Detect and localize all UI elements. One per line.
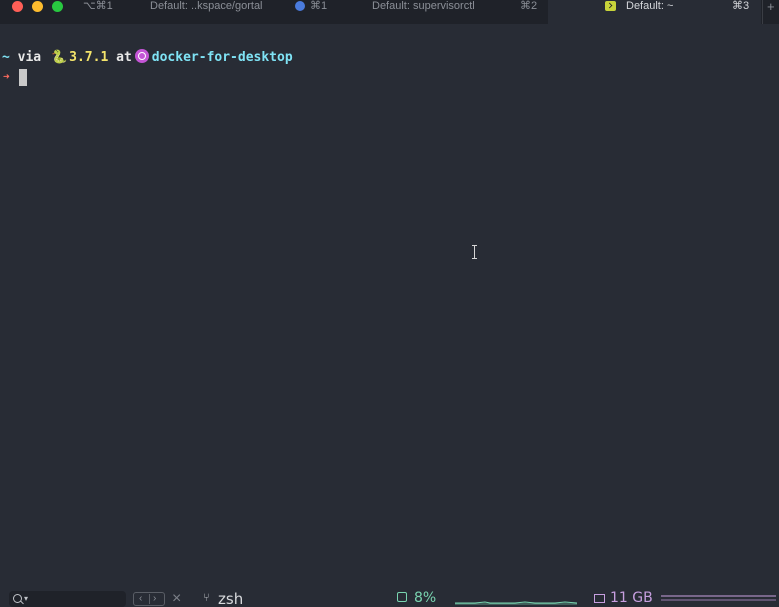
kubernetes-icon	[134, 49, 149, 63]
memory-usage: 11 GB	[610, 590, 653, 606]
terminal-prompt-icon	[605, 1, 616, 11]
mouse-ibeam-icon	[471, 245, 479, 259]
tab-shortcut: ⌘3	[732, 0, 750, 12]
terminal-pane[interactable]: ~ via 🐍 3.7.1 at docker-for-desktop ➜	[0, 24, 779, 589]
cpu-percent: 8%	[414, 590, 437, 606]
memory-usage-graph	[661, 595, 776, 601]
search-icon	[13, 594, 22, 603]
text-cursor	[19, 69, 27, 86]
prompt-at: at	[116, 50, 132, 65]
tab-shortcut: ⌘1	[310, 0, 328, 12]
current-process: zsh	[218, 590, 244, 607]
cpu-usage-graph	[455, 601, 577, 605]
kube-context: docker-for-desktop	[151, 50, 293, 65]
tab-supervisorctl[interactable]: ⌘1 Default: supervisorctl ⌘2	[290, 0, 549, 24]
prompt-via: via	[17, 50, 42, 65]
job-icon: ⑂	[203, 592, 210, 604]
new-tab-button[interactable]: +	[762, 0, 779, 24]
terminal-window: ⌥⌘1 Default: ..kspace/gortal ⌘1 Default:…	[0, 0, 779, 607]
prompt-dir: ~	[2, 50, 10, 65]
activity-dot-icon	[295, 1, 305, 11]
previous-result-button[interactable]: ‹	[139, 593, 142, 605]
search-nav-group: ‹ ›	[133, 592, 165, 606]
tab-title: Default: supervisorctl	[372, 0, 475, 12]
prompt-line: ~ via 🐍 3.7.1 at docker-for-desktop	[2, 49, 293, 65]
tab-gortal[interactable]: ⌥⌘1 Default: ..kspace/gortal	[0, 0, 290, 24]
status-bar: ▾ ‹ › × ⑂ zsh 8% 11 GB	[0, 589, 779, 607]
memory-icon	[594, 594, 605, 603]
tab-title: Default: ..kspace/gortal	[150, 0, 263, 12]
search-input[interactable]: ▾	[9, 591, 126, 607]
tab-title: Default: ~	[626, 0, 674, 12]
next-result-button[interactable]: ›	[153, 593, 156, 605]
python-icon: 🐍	[50, 50, 68, 65]
chevron-down-icon: ▾	[24, 594, 29, 603]
tab-shortcut: ⌥⌘1	[83, 0, 113, 12]
tab-default-home[interactable]: Default: ~ ⌘3	[548, 0, 761, 24]
python-version: 3.7.1	[69, 50, 109, 65]
prompt-arrow-icon: ➜	[3, 70, 10, 83]
cpu-icon	[397, 592, 407, 602]
divider	[149, 594, 150, 604]
tab-shortcut-secondary: ⌘2	[520, 0, 538, 12]
tab-bar: ⌥⌘1 Default: ..kspace/gortal ⌘1 Default:…	[0, 0, 779, 24]
close-search-button[interactable]: ×	[172, 589, 181, 607]
plus-icon: +	[767, 0, 775, 14]
